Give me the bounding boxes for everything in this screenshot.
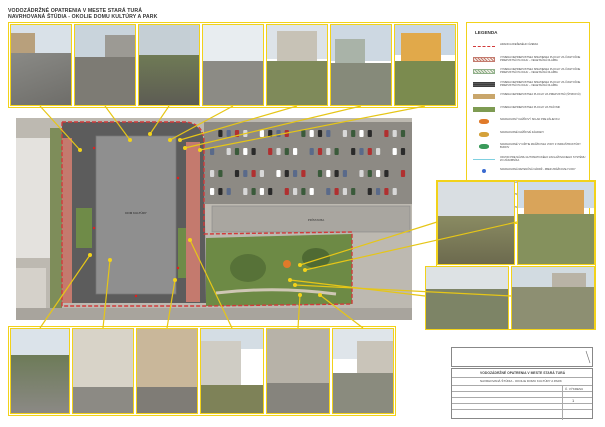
tb-sheet-number: 1 [572, 398, 575, 403]
stamp-box [451, 347, 593, 367]
title-block: VODOZÁDRŽNÉ OPATRENIA V MESTE STARÁ TURÁ… [451, 368, 593, 420]
pointer-anchors [78, 132, 322, 297]
tb-project: VODOZÁDRŽNÉ OPATRENIA V MESTE STARÁ TURÁ [480, 371, 566, 375]
tb-sheet-label: Č. VÝKRESU [565, 387, 584, 391]
stamp-lines [585, 350, 591, 364]
pointer-lines [39, 105, 518, 329]
tb-subtitle: NAVRHOVANÁ ŠTÚDIA - OKOLIE DOMU KULTÚRY … [480, 379, 562, 383]
